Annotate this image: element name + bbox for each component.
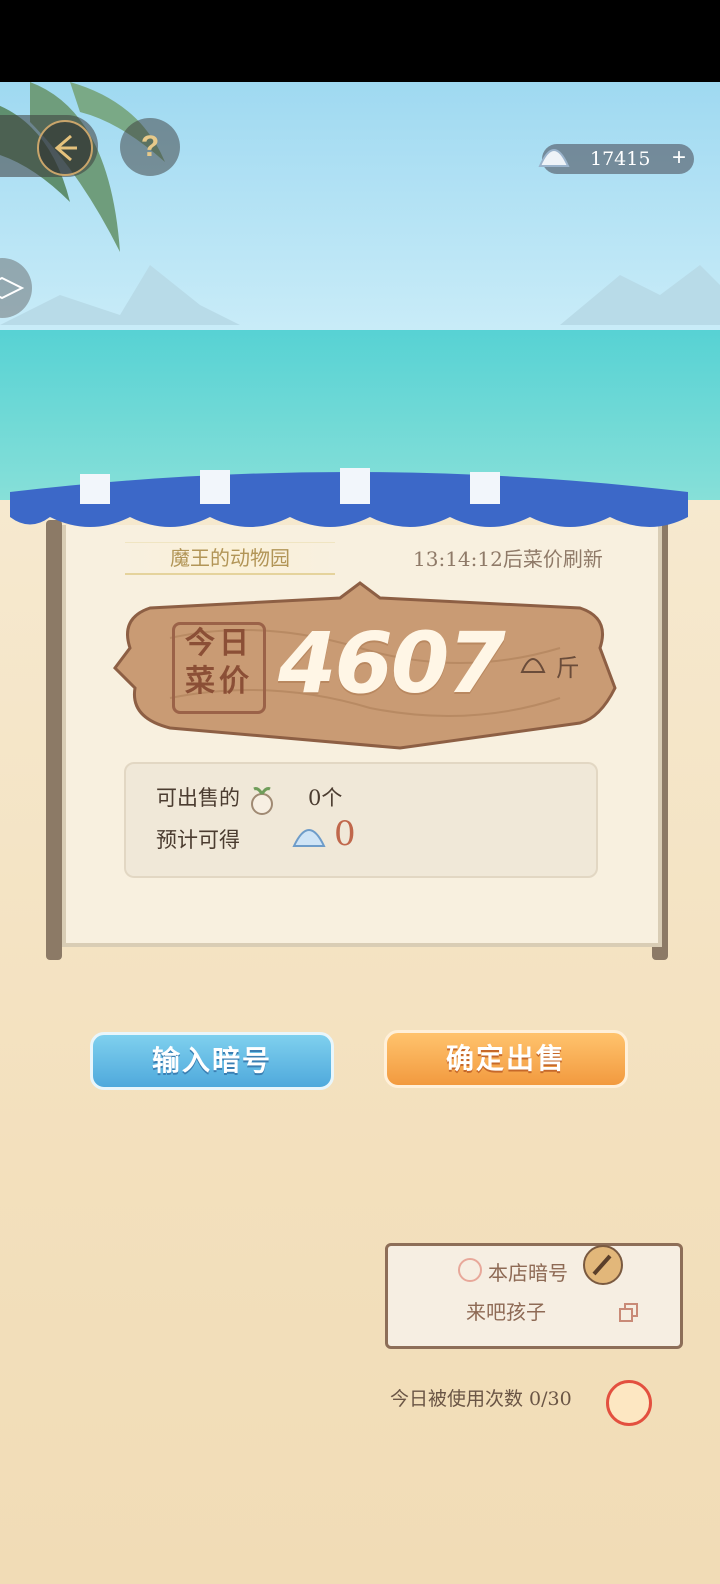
today-price-value: 4607 [278, 614, 506, 712]
currency-pill: 17415 + [538, 144, 694, 174]
radish-icon [250, 786, 273, 815]
price-refresh-timer: 13:14:12后菜价刷新 [413, 547, 603, 571]
back-arrow-icon [37, 120, 93, 176]
mountains [0, 265, 720, 325]
status-bar [0, 0, 720, 82]
help-button[interactable]: ? [120, 118, 180, 176]
price-unit: 斤 [518, 648, 580, 683]
spiral-icon [458, 1258, 482, 1282]
sellable-label: 可出售的 [156, 782, 277, 815]
diamond-icon[interactable] [0, 258, 32, 318]
shell-icon [520, 658, 546, 673]
back-button[interactable] [0, 115, 98, 177]
currency-value: 17415 [590, 148, 651, 170]
honey-jar-icon[interactable] [606, 1380, 652, 1426]
shell-icon [538, 149, 570, 167]
add-currency-button[interactable]: + [672, 144, 686, 172]
shop-name: 魔王的动物园 [125, 542, 335, 575]
sellable-value: 0个 [308, 786, 343, 810]
enter-code-button[interactable]: 输入暗号 [90, 1032, 334, 1090]
expected-label: 预计可得 [156, 828, 240, 852]
copy-icon[interactable] [617, 1301, 641, 1325]
stall-awning [10, 468, 688, 527]
shell-icon [292, 829, 326, 847]
stall-pole-left [46, 520, 62, 960]
sell-info-box [124, 762, 598, 878]
shop-code-title: 本店暗号 [488, 1261, 568, 1285]
shop-code-value: 来吧孩子 [466, 1300, 546, 1324]
expected-value: 0 [334, 814, 356, 854]
edit-code-button[interactable] [582, 1244, 624, 1286]
code-usage-count: 今日被使用次数 0/30 [390, 1388, 572, 1410]
today-price-label: 今日 菜价 [172, 622, 266, 714]
confirm-sell-button[interactable]: 确定出售 [384, 1030, 628, 1088]
